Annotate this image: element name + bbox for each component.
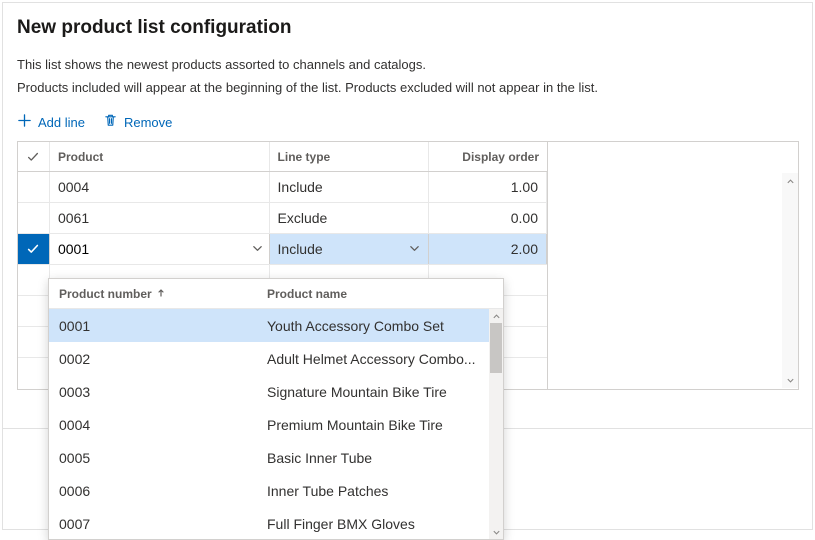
lookup-item-name: Signature Mountain Bike Tire [267,384,503,400]
lookup-item-number: 0005 [49,450,267,466]
lookup-item-number: 0007 [49,516,267,532]
add-line-label: Add line [38,115,85,130]
grid-scrollbar[interactable] [782,173,798,388]
cell-product[interactable]: 0004 [50,172,270,202]
lookup-header: Product number Product name [49,279,503,309]
cell-line-type-dropdown[interactable]: Include [270,234,430,264]
grid-header-row: Product Line type Display order [18,142,547,172]
cell-product-editing[interactable] [50,234,270,264]
lookup-item[interactable]: 0004Premium Mountain Bike Tire [49,408,503,441]
lookup-scrollbar[interactable] [489,309,503,539]
row-checkbox[interactable] [18,203,50,233]
column-header-line-type[interactable]: Line type [270,142,430,171]
lookup-item-name: Inner Tube Patches [267,483,503,499]
config-panel: New product list configuration This list… [2,2,813,530]
table-row[interactable]: 0061 Exclude 0.00 [18,203,547,234]
line-type-value: Include [278,241,323,257]
product-input[interactable] [56,240,252,258]
chevron-down-icon[interactable] [409,241,420,257]
lookup-item-name: Basic Inner Tube [267,450,503,466]
lookup-col-product-number[interactable]: Product number [49,287,267,301]
lookup-item-name: Premium Mountain Bike Tire [267,417,503,433]
scroll-down-icon[interactable] [489,525,503,539]
row-checkbox[interactable] [18,172,50,202]
description-line-2: Products included will appear at the beg… [17,80,798,95]
lookup-item[interactable]: 0007Full Finger BMX Gloves [49,507,503,539]
cell-display-order[interactable]: 0.00 [429,203,547,233]
add-line-button[interactable]: Add line [17,113,85,131]
table-row[interactable]: 0004 Include 1.00 [18,172,547,203]
lookup-item-number: 0006 [49,483,267,499]
lookup-item-number: 0004 [49,417,267,433]
remove-button[interactable]: Remove [103,113,172,131]
lookup-item[interactable]: 0001Youth Accessory Combo Set [49,309,503,342]
lookup-item[interactable]: 0003Signature Mountain Bike Tire [49,375,503,408]
cell-product[interactable]: 0061 [50,203,270,233]
lookup-item-number: 0002 [49,351,267,367]
lookup-item-name: Youth Accessory Combo Set [267,318,503,334]
column-header-display-order[interactable]: Display order [429,142,547,171]
cell-line-type[interactable]: Exclude [270,203,430,233]
lookup-item[interactable]: 0002Adult Helmet Accessory Combo... [49,342,503,375]
column-header-product[interactable]: Product [50,142,270,171]
lookup-item-name: Full Finger BMX Gloves [267,516,503,532]
chevron-down-icon[interactable] [252,241,263,257]
cell-line-type[interactable]: Include [270,172,430,202]
scroll-up-icon[interactable] [782,173,798,189]
plus-icon [17,113,32,131]
lookup-item[interactable]: 0006Inner Tube Patches [49,474,503,507]
lookup-item-name: Adult Helmet Accessory Combo... [267,351,503,367]
scroll-up-icon[interactable] [489,309,503,323]
lookup-item[interactable]: 0005Basic Inner Tube [49,441,503,474]
lookup-item-number: 0001 [49,318,267,334]
remove-label: Remove [124,115,172,130]
description-line-1: This list shows the newest products asso… [17,57,798,72]
lookup-item-number: 0003 [49,384,267,400]
page-title: New product list configuration [17,17,798,39]
lookup-col-product-name[interactable]: Product name [267,287,489,301]
table-row-selected[interactable]: Include 2.00 [18,234,547,265]
select-all-checkbox[interactable] [18,142,50,171]
cell-display-order[interactable]: 2.00 [429,234,547,264]
scrollbar-thumb[interactable] [490,323,502,373]
sort-asc-icon [156,287,166,301]
product-lookup-dropdown: Product number Product name 0001Youth Ac… [48,278,504,540]
cell-display-order[interactable]: 1.00 [429,172,547,202]
scroll-down-icon[interactable] [782,372,798,388]
trash-icon [103,113,118,131]
row-checkbox-checked[interactable] [18,234,50,264]
toolbar: Add line Remove [17,113,798,131]
